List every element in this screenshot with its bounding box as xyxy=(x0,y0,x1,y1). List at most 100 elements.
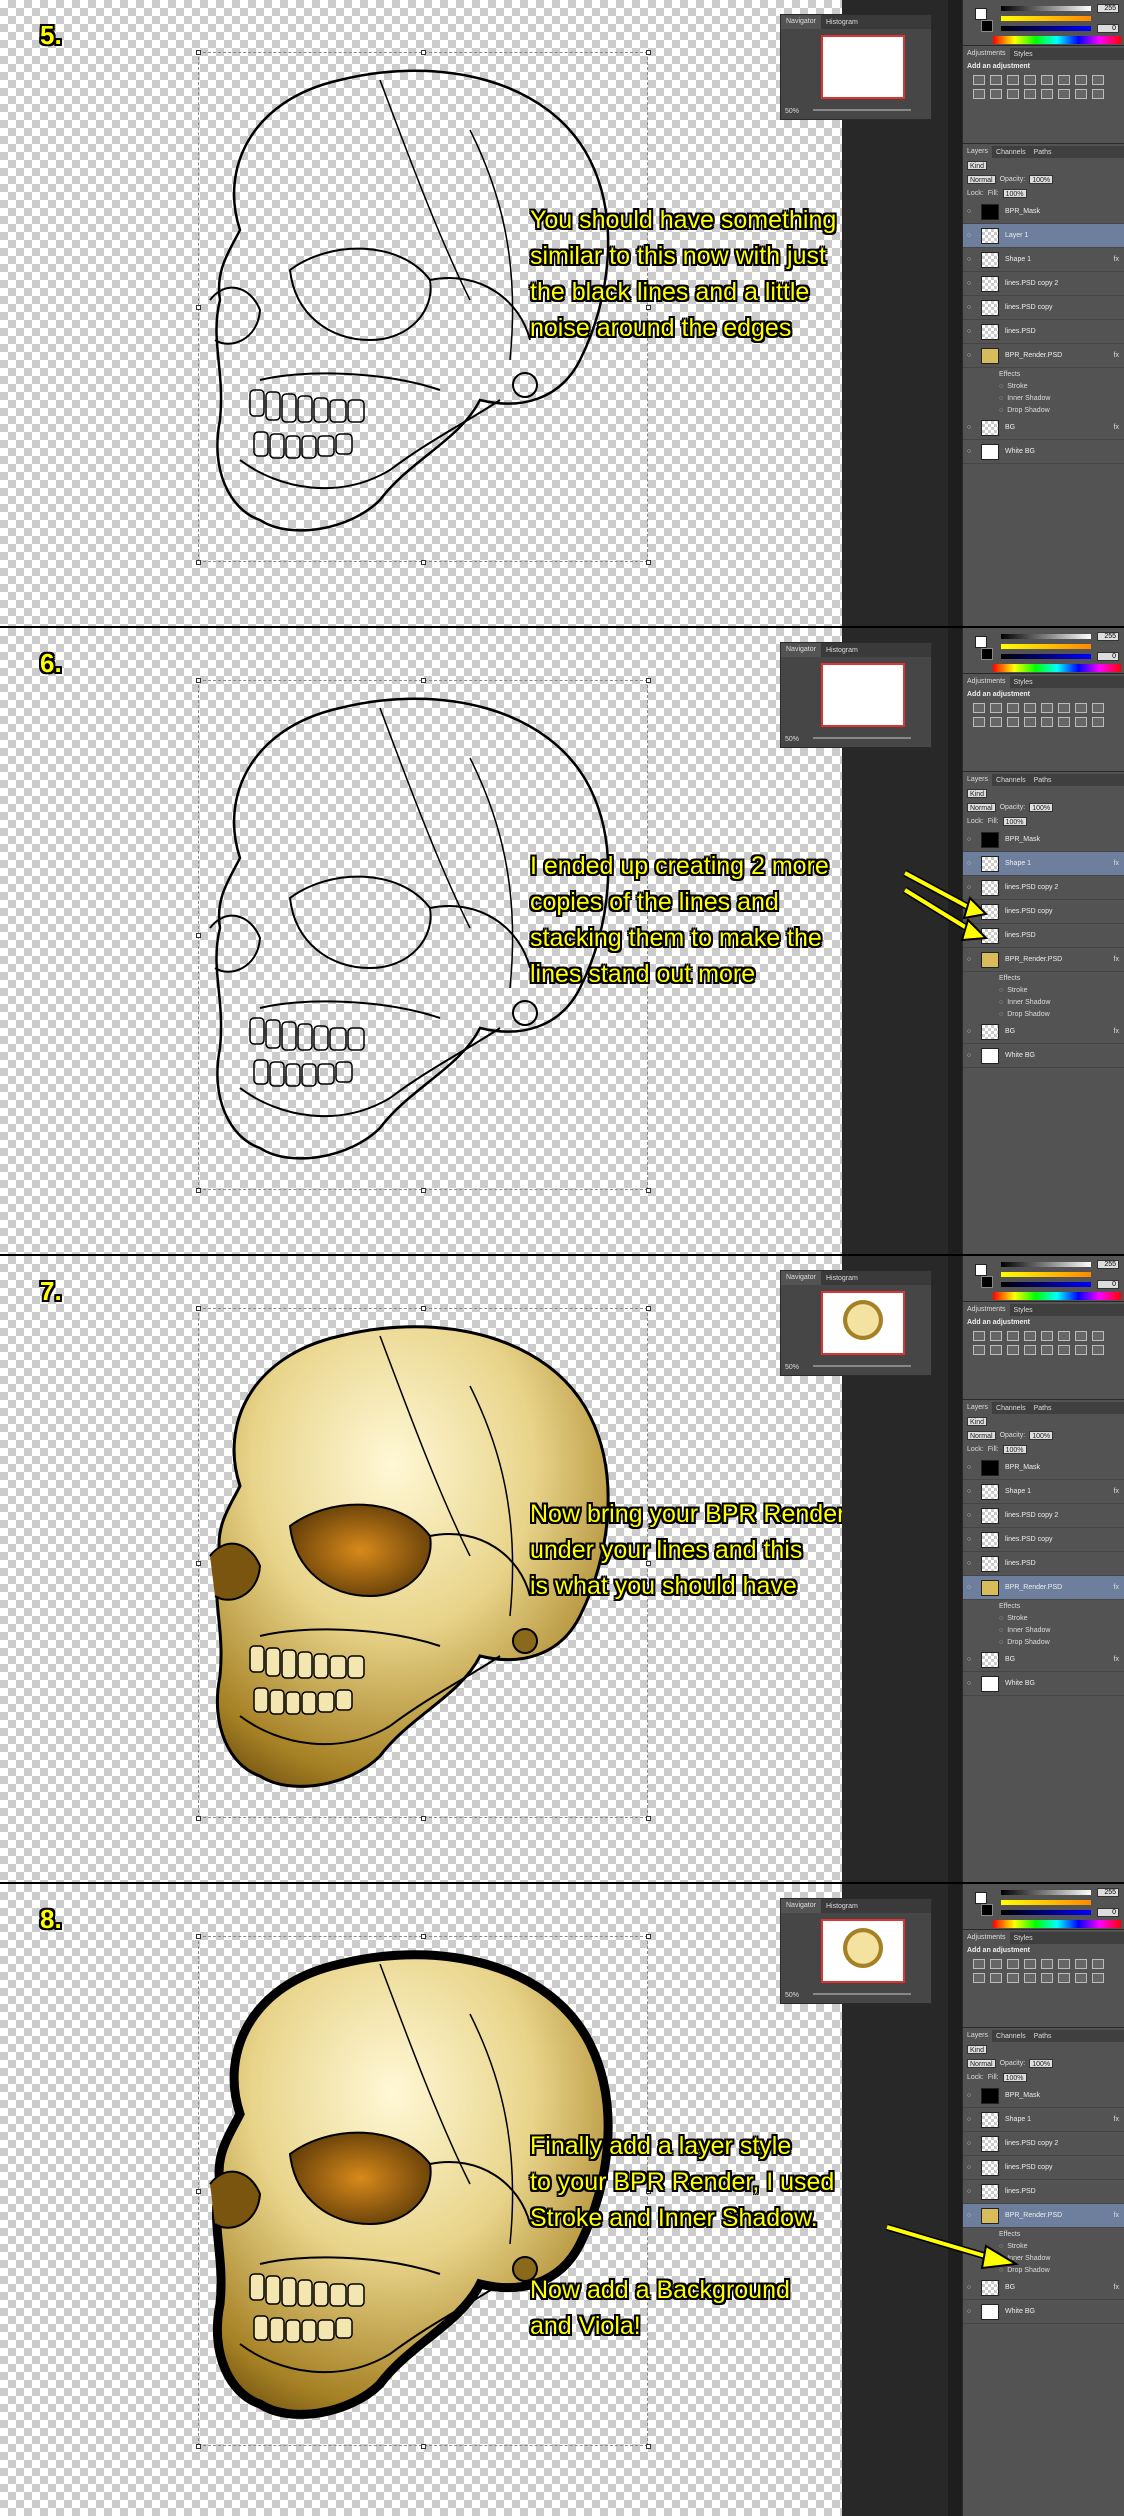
layer-row[interactable]: ○ BG fx xyxy=(963,1648,1124,1672)
layer-row[interactable]: ○ Layer 1 xyxy=(963,224,1124,248)
visibility-eye-icon[interactable]: ○ xyxy=(963,2164,975,2171)
color-slider[interactable] xyxy=(1001,1262,1091,1267)
adjustment-icon[interactable] xyxy=(1007,75,1019,85)
adjustment-icon[interactable] xyxy=(1007,1973,1019,1983)
tab-channels[interactable]: Channels xyxy=(992,2033,1030,2040)
tab-histogram[interactable]: Histogram xyxy=(821,647,863,654)
color-value-field[interactable]: 0 xyxy=(1097,24,1119,33)
adjustment-icon[interactable] xyxy=(1075,1959,1087,1969)
adjustment-icon[interactable] xyxy=(973,1331,985,1341)
fx-icon[interactable]: fx xyxy=(1114,2284,1119,2291)
color-slider[interactable] xyxy=(1001,1272,1091,1277)
adjustment-icon[interactable] xyxy=(973,1973,985,1983)
adjustment-icon[interactable] xyxy=(1092,1959,1104,1969)
layer-row[interactable]: ○ Shape 1 fx xyxy=(963,248,1124,272)
foreground-color-swatch[interactable] xyxy=(975,1892,987,1904)
blend-mode-select[interactable]: Normal xyxy=(967,802,996,812)
adjustment-icon[interactable] xyxy=(1024,1345,1036,1355)
tab-navigator[interactable]: Navigator xyxy=(781,1899,821,1913)
color-value-field[interactable]: 0 xyxy=(1097,1908,1119,1917)
adjustment-icon[interactable] xyxy=(1058,1345,1070,1355)
layer-row[interactable]: ○ lines.PSD xyxy=(963,320,1124,344)
adjustment-icon[interactable] xyxy=(1024,89,1036,99)
visibility-eye-icon[interactable]: ○ xyxy=(963,956,975,963)
adjustment-icon[interactable] xyxy=(973,703,985,713)
adjustment-icon[interactable] xyxy=(1041,717,1053,727)
effect-eye-icon[interactable]: ○ xyxy=(999,987,1003,994)
adjustment-icon[interactable] xyxy=(1092,89,1104,99)
layer-row[interactable]: ○ BG fx xyxy=(963,416,1124,440)
navigator-zoom-slider[interactable] xyxy=(813,1993,911,1995)
tab-navigator[interactable]: Navigator xyxy=(781,643,821,657)
color-slider[interactable] xyxy=(1001,1910,1091,1915)
adjustment-icon[interactable] xyxy=(990,1331,1002,1341)
color-slider[interactable] xyxy=(1001,16,1091,21)
visibility-eye-icon[interactable]: ○ xyxy=(963,1584,975,1591)
visibility-eye-icon[interactable]: ○ xyxy=(963,1560,975,1567)
navigator-zoom-slider[interactable] xyxy=(813,1365,911,1367)
color-slider[interactable] xyxy=(1001,634,1091,639)
layer-effect-row[interactable]: ○ Inner Shadow xyxy=(963,392,1124,404)
layer-row[interactable]: ○ White BG xyxy=(963,1044,1124,1068)
tab-adjustments[interactable]: Adjustments xyxy=(963,1932,1010,1944)
fx-icon[interactable]: fx xyxy=(1114,256,1119,263)
fx-icon[interactable]: fx xyxy=(1114,2116,1119,2123)
adjustment-icon[interactable] xyxy=(1007,703,1019,713)
adjustment-icon[interactable] xyxy=(1041,1331,1053,1341)
layer-row[interactable]: ○ lines.PSD copy xyxy=(963,296,1124,320)
adjustment-icon[interactable] xyxy=(990,703,1002,713)
effect-eye-icon[interactable]: ○ xyxy=(999,1627,1003,1634)
tab-layers[interactable]: Layers xyxy=(963,2030,993,2042)
adjustment-icon[interactable] xyxy=(1007,717,1019,727)
kind-filter-select[interactable]: Kind xyxy=(967,2044,988,2054)
background-color-swatch[interactable] xyxy=(981,20,993,32)
panel-collapse-bar[interactable] xyxy=(948,1256,962,1882)
fill-field[interactable]: 100% xyxy=(1002,1444,1027,1454)
kind-filter-select[interactable]: Kind xyxy=(967,160,988,170)
adjustment-icon[interactable] xyxy=(1092,717,1104,727)
layer-row[interactable]: ○ BG fx xyxy=(963,1020,1124,1044)
adjustment-icon[interactable] xyxy=(1007,1331,1019,1341)
tab-styles[interactable]: Styles xyxy=(1010,1935,1037,1942)
adjustment-icon[interactable] xyxy=(1092,703,1104,713)
layer-row[interactable]: ○ White BG xyxy=(963,440,1124,464)
layer-effect-row[interactable]: ○ Drop Shadow xyxy=(963,1636,1124,1648)
opacity-field[interactable]: 100% xyxy=(1029,802,1054,812)
layer-effect-row[interactable]: ○ Stroke xyxy=(963,2240,1124,2252)
layer-effect-row[interactable]: Effects xyxy=(963,972,1124,984)
adjustment-icon[interactable] xyxy=(973,717,985,727)
tab-channels[interactable]: Channels xyxy=(992,1405,1030,1412)
adjustment-icon[interactable] xyxy=(1041,89,1053,99)
layer-effect-row[interactable]: ○ Inner Shadow xyxy=(963,2252,1124,2264)
color-slider[interactable] xyxy=(1001,1282,1091,1287)
adjustment-icon[interactable] xyxy=(973,75,985,85)
layer-effect-row[interactable]: Effects xyxy=(963,368,1124,380)
navigator-zoom-value[interactable]: 50% xyxy=(785,1364,799,1371)
fill-field[interactable]: 100% xyxy=(1002,816,1027,826)
visibility-eye-icon[interactable]: ○ xyxy=(963,1028,975,1035)
tab-adjustments[interactable]: Adjustments xyxy=(963,676,1010,688)
color-spectrum[interactable] xyxy=(993,664,1121,672)
blend-mode-select[interactable]: Normal xyxy=(967,2058,996,2068)
visibility-eye-icon[interactable]: ○ xyxy=(963,884,975,891)
fill-field[interactable]: 100% xyxy=(1002,2072,1027,2082)
adjustment-icon[interactable] xyxy=(1092,1345,1104,1355)
adjustment-icon[interactable] xyxy=(1041,75,1053,85)
effect-eye-icon[interactable]: ○ xyxy=(999,2267,1003,2274)
layer-effect-row[interactable]: ○ Inner Shadow xyxy=(963,1624,1124,1636)
layer-effect-row[interactable]: ○ Drop Shadow xyxy=(963,404,1124,416)
foreground-color-swatch[interactable] xyxy=(975,1264,987,1276)
layer-row[interactable]: ○ lines.PSD copy 2 xyxy=(963,1504,1124,1528)
adjustment-icon[interactable] xyxy=(1007,89,1019,99)
visibility-eye-icon[interactable]: ○ xyxy=(963,860,975,867)
effect-eye-icon[interactable]: ○ xyxy=(999,395,1003,402)
adjustment-icon[interactable] xyxy=(973,1959,985,1969)
layer-effect-row[interactable]: ○ Drop Shadow xyxy=(963,1008,1124,1020)
fx-icon[interactable]: fx xyxy=(1114,956,1119,963)
layer-effect-row[interactable]: ○ Inner Shadow xyxy=(963,996,1124,1008)
panel-collapse-bar[interactable] xyxy=(948,628,962,1254)
foreground-color-swatch[interactable] xyxy=(975,8,987,20)
adjustment-icon[interactable] xyxy=(1058,1331,1070,1341)
effect-eye-icon[interactable]: ○ xyxy=(999,999,1003,1006)
visibility-eye-icon[interactable]: ○ xyxy=(963,1464,975,1471)
